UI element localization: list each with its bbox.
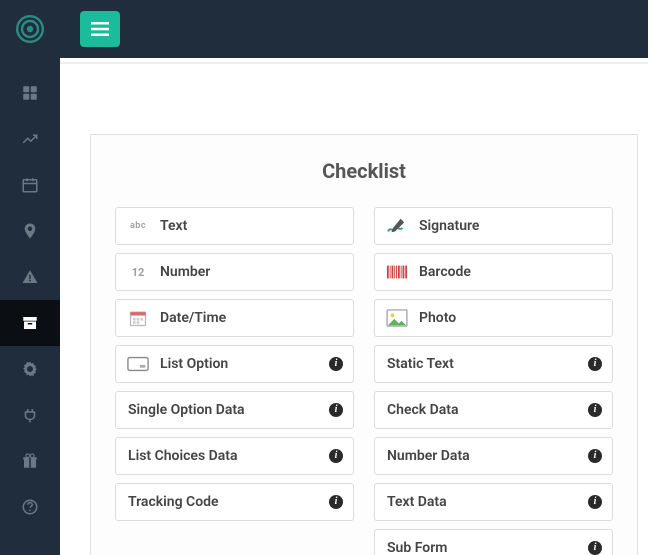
info-icon[interactable]: i (329, 403, 343, 417)
option-static-text[interactable]: Static Texti (374, 345, 613, 383)
option-tracking[interactable]: Tracking Codei (115, 483, 354, 521)
option-icon-wrap (385, 261, 409, 283)
option-icon-wrap: 12 (126, 261, 150, 283)
signature-icon (386, 217, 408, 235)
option-icon-wrap (126, 353, 150, 375)
info-icon[interactable]: i (588, 357, 602, 371)
nav-alerts[interactable] (0, 254, 60, 300)
topbar (60, 0, 648, 58)
panel-title: Checklist (115, 159, 613, 183)
option-text[interactable]: abc Text (115, 207, 354, 245)
option-label: Number Data (387, 448, 588, 464)
help-icon (21, 498, 39, 516)
option-text-data[interactable]: Text Datai (374, 483, 613, 521)
gift-icon (21, 452, 39, 470)
menu-toggle-button[interactable] (80, 11, 120, 47)
nav-analytics[interactable] (0, 116, 60, 162)
option-label: Text (160, 218, 343, 234)
content-area: Checklist abc Text 12 Number Date/Time List O… (60, 58, 648, 555)
grid-icon (21, 84, 39, 102)
option-icon-wrap (126, 307, 150, 329)
info-icon[interactable]: i (329, 449, 343, 463)
nav-archive[interactable] (0, 300, 60, 346)
info-icon[interactable]: i (588, 541, 602, 555)
text-icon: abc (130, 221, 146, 231)
nav-location[interactable] (0, 208, 60, 254)
pin-icon (21, 222, 39, 240)
card-icon (127, 356, 149, 372)
option-photo[interactable]: Photo (374, 299, 613, 337)
checklist-panel: Checklist abc Text 12 Number Date/Time List O… (90, 134, 638, 555)
option-label: Date/Time (160, 310, 343, 326)
option-number-data[interactable]: Number Datai (374, 437, 613, 475)
option-label: Sub Form (387, 540, 588, 555)
info-icon[interactable]: i (588, 449, 602, 463)
option-label: Photo (419, 310, 602, 326)
photo-icon (386, 309, 408, 327)
option-label: Number (160, 264, 343, 280)
option-label: Single Option Data (128, 402, 329, 418)
nav-help[interactable] (0, 484, 60, 530)
calendar-icon (21, 176, 39, 194)
nav-settings[interactable] (0, 346, 60, 392)
option-datetime[interactable]: Date/Time (115, 299, 354, 337)
option-list-option[interactable]: List Optioni (115, 345, 354, 383)
option-label: Check Data (387, 402, 588, 418)
option-label: Signature (419, 218, 602, 234)
warning-icon (21, 268, 39, 286)
right-column: SignatureBarcodePhotoStatic TextiCheck D… (374, 207, 613, 555)
archive-icon (21, 314, 39, 332)
chart-line-icon (21, 130, 39, 148)
option-label: Static Text (387, 356, 588, 372)
logo-icon (14, 13, 46, 45)
option-barcode[interactable]: Barcode (374, 253, 613, 291)
option-icon-wrap (385, 307, 409, 329)
logo (0, 0, 60, 58)
option-signature[interactable]: Signature (374, 207, 613, 245)
barcode-icon (386, 264, 408, 280)
options-columns: abcText12NumberDate/TimeList OptioniSing… (115, 207, 613, 555)
nav-dashboard[interactable] (0, 70, 60, 116)
option-icon-wrap (385, 215, 409, 237)
nav-gifts[interactable] (0, 438, 60, 484)
sidebar (0, 0, 60, 555)
option-check-data[interactable]: Check Datai (374, 391, 613, 429)
divider-line (60, 62, 648, 64)
option-label: Tracking Code (128, 494, 329, 510)
option-number[interactable]: 12 Number (115, 253, 354, 291)
info-icon[interactable]: i (588, 495, 602, 509)
nav-integrations[interactable] (0, 392, 60, 438)
calendar-icon (127, 308, 149, 328)
info-icon[interactable]: i (329, 357, 343, 371)
option-label: Barcode (419, 264, 602, 280)
option-label: Text Data (387, 494, 588, 510)
option-label: List Option (160, 356, 329, 372)
option-sub-form[interactable]: Sub Formi (374, 529, 613, 555)
number-icon: 12 (132, 266, 145, 279)
gear-icon (21, 360, 39, 378)
option-list-choices[interactable]: List Choices Datai (115, 437, 354, 475)
option-single-opt[interactable]: Single Option Datai (115, 391, 354, 429)
plug-icon (21, 406, 39, 424)
hamburger-icon (91, 22, 109, 36)
option-icon-wrap: abc (126, 215, 150, 237)
info-icon[interactable]: i (329, 495, 343, 509)
option-label: List Choices Data (128, 448, 329, 464)
nav-calendar[interactable] (0, 162, 60, 208)
left-column: abcText12NumberDate/TimeList OptioniSing… (115, 207, 354, 555)
info-icon[interactable]: i (588, 403, 602, 417)
